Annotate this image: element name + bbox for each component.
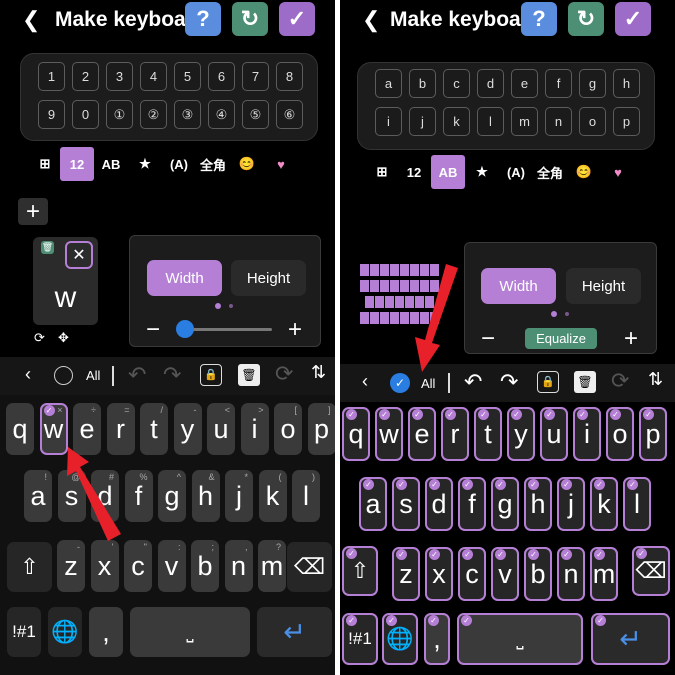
red-arrow-annotation <box>415 264 458 372</box>
right-screenshot: ❮ Make keyboa… ? ↻ ✓ abcdefgh ijklmnop ⊞… <box>340 0 675 675</box>
arrow-shape <box>67 447 121 541</box>
arrow-shape <box>415 264 458 372</box>
red-arrow-annotation <box>67 447 121 541</box>
left-screenshot: ❮ Make keyboa… ? ↻ ✓ 12345678 90①②③④⑤⑥ ⊞… <box>0 0 335 675</box>
